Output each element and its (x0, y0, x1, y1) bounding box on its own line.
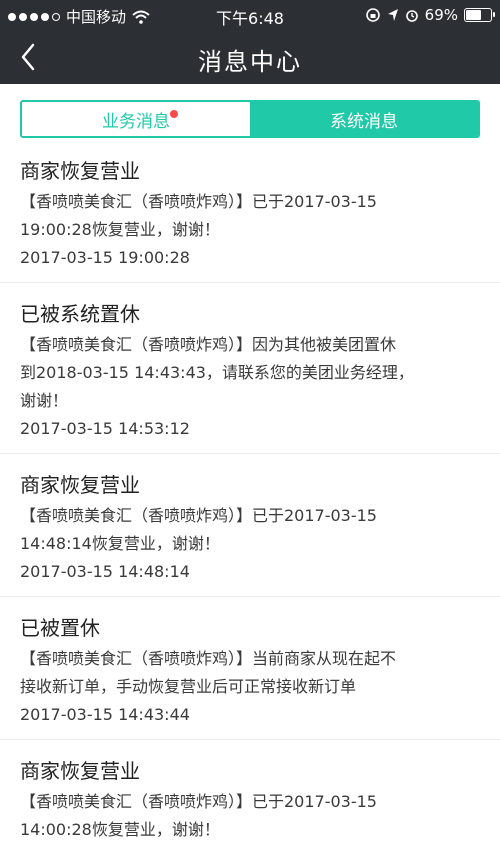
message-time: 2017-03-15 14:43:44 (20, 705, 190, 724)
screen-lock-icon (365, 7, 381, 23)
alarm-icon (405, 8, 419, 22)
segmented-tabs: 业务消息 系统消息 (20, 100, 480, 138)
location-icon (387, 8, 399, 22)
status-right: 69% (365, 6, 495, 24)
message-item[interactable]: 已被置休 【香喷喷美食汇（香喷喷炸鸡）】当前商家从现在起不 接收新订单，手动恢复… (0, 597, 500, 740)
status-bar: 中国移动 下午6:48 69% (0, 0, 500, 30)
message-body-line: 【香喷喷美食汇（香喷喷炸鸡）】当前商家从现在起不 (20, 649, 397, 668)
message-body-line: 到2018-03-15 14:43:43，请联系您的美团业务经理， (20, 363, 414, 382)
message-list: 商家恢复营业 【香喷喷美食汇（香喷喷炸鸡）】已于2017-03-15 19:00… (0, 140, 500, 854)
message-body-line: 【香喷喷美食汇（香喷喷炸鸡）】因为其他被美团置休 (20, 335, 397, 354)
nav-bar: 消息中心 (0, 30, 500, 84)
message-time: 2017-03-15 14:48:14 (20, 562, 190, 581)
message-body-line: 19:00:28恢复营业，谢谢！ (20, 220, 220, 239)
unread-dot (170, 110, 178, 118)
tab-label: 系统消息 (330, 111, 398, 132)
message-title: 商家恢复营业 (20, 473, 140, 497)
tab-system-messages[interactable]: 系统消息 (250, 102, 478, 136)
message-title: 已被置休 (20, 616, 100, 640)
message-body-line: 【香喷喷美食汇（香喷喷炸鸡）】已于2017-03-15 (20, 792, 377, 811)
message-title: 已被系统置休 (20, 302, 140, 326)
message-time: 2017-03-15 19:00:28 (20, 248, 190, 267)
message-item[interactable]: 商家恢复营业 【香喷喷美食汇（香喷喷炸鸡）】已于2017-03-15 19:00… (0, 140, 500, 283)
message-body-line: 谢谢！ (20, 391, 69, 410)
battery-fill (466, 10, 481, 20)
message-body-line: 14:00:28恢复营业，谢谢！ (20, 820, 220, 839)
message-body-line: 接收新订单，手动恢复营业后可正常接收新订单 (20, 677, 357, 696)
message-item[interactable]: 已被系统置休 【香喷喷美食汇（香喷喷炸鸡）】因为其他被美团置休 到2018-03… (0, 283, 500, 454)
tab-label: 业务消息 (102, 111, 170, 132)
message-item[interactable]: 商家恢复营业 【香喷喷美食汇（香喷喷炸鸡）】已于2017-03-15 14:00… (0, 740, 500, 854)
message-body-line: 14:48:14恢复营业，谢谢！ (20, 534, 220, 553)
message-item[interactable]: 商家恢复营业 【香喷喷美食汇（香喷喷炸鸡）】已于2017-03-15 14:48… (0, 454, 500, 597)
message-body-line: 【香喷喷美食汇（香喷喷炸鸡）】已于2017-03-15 (20, 192, 377, 211)
tab-business-messages[interactable]: 业务消息 (22, 102, 250, 136)
message-time: 2017-03-15 14:53:12 (20, 419, 190, 438)
message-body-line: 【香喷喷美食汇（香喷喷炸鸡）】已于2017-03-15 (20, 506, 377, 525)
battery-percent: 69% (424, 6, 458, 24)
message-title: 商家恢复营业 (20, 759, 140, 783)
message-title: 商家恢复营业 (20, 159, 140, 183)
page-title: 消息中心 (198, 48, 302, 76)
battery-icon (464, 8, 495, 22)
